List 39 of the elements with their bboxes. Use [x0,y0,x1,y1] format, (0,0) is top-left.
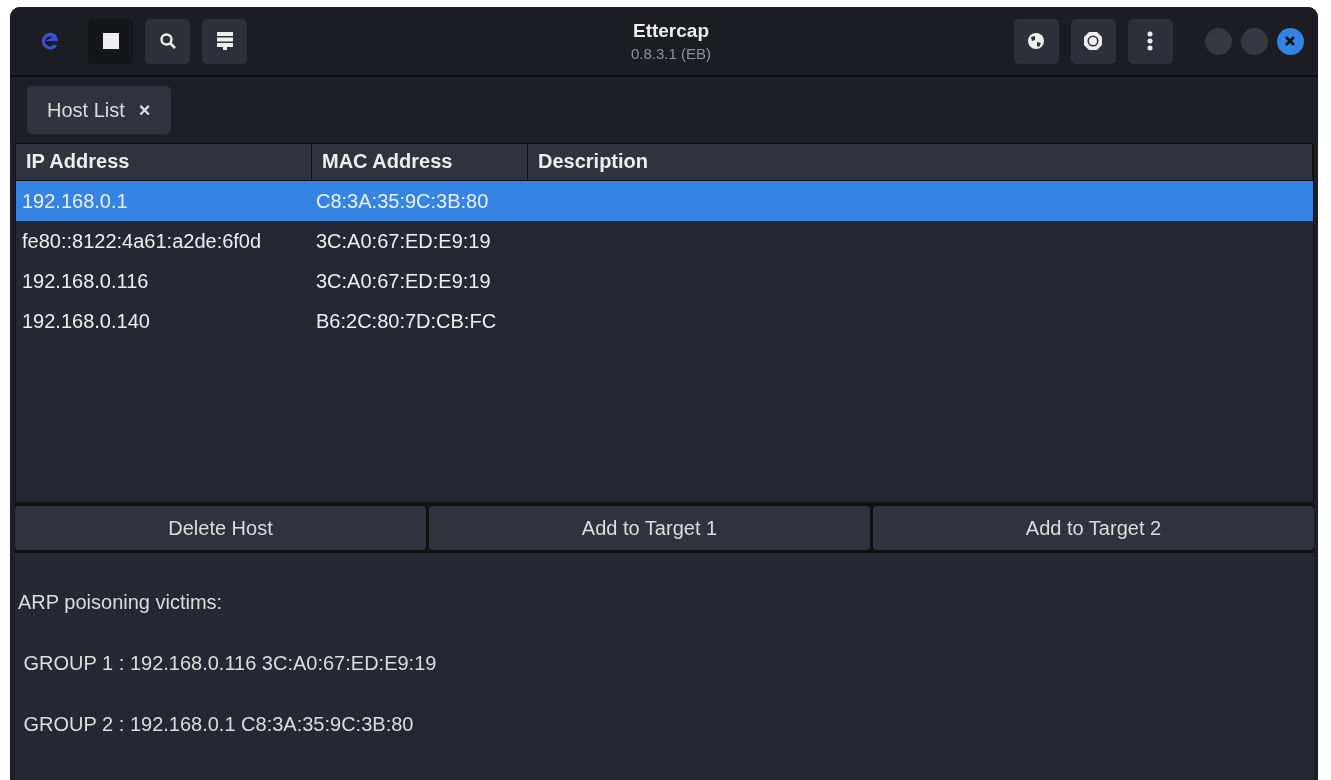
server-icon [215,31,234,51]
tab-label: Host List [47,98,125,122]
table-cell-text: 3C:A0:67:ED:E9:19 [315,269,492,293]
column-header[interactable]: IP Address [16,144,312,180]
action-button[interactable]: Add to Target 1 [429,506,870,550]
window-subtitle: 0.8.3.1 (EB) [630,45,711,62]
table-cell-text: 192.168.0.1 [21,189,129,213]
table-row[interactable]: fe80::8122:4a61:a2de:6f0d 3C:A0:67:ED:E9:19 [16,221,1313,261]
server-button[interactable] [202,18,247,64]
tab[interactable]: Host List × [27,86,171,134]
table-cell-text: 192.168.0.140 [21,309,151,333]
column-header[interactable]: Description [528,144,1313,180]
search-button[interactable] [145,18,190,64]
table-cell-text: C8:3A:35:9C:3B:80 [315,189,490,213]
kebab-menu-icon [1147,31,1154,51]
tab-close-button[interactable]: × [138,98,151,122]
action-button[interactable]: Delete Host [15,506,426,550]
globe-icon [1027,32,1046,50]
stop-sign-button[interactable] [1071,18,1116,64]
table-cell-text: 192.168.0.116 [21,269,150,293]
table-cell-text: fe80::8122:4a61:a2de:6f0d [21,229,263,253]
table-cell-text: B6:2C:80:7D:CB:FC [315,309,498,333]
log-line: GROUP 2 : 192.168.0.1 C8:3A:35:9C:3B:80 [22,713,415,737]
log-line: GROUP 1 : 192.168.0.116 3C:A0:67:ED:E9:19 [22,652,438,676]
table-cell-text: 3C:A0:67:ED:E9:19 [315,229,492,253]
search-icon [158,32,177,50]
globe-button[interactable] [1014,18,1059,64]
menu-button[interactable] [1128,18,1173,64]
column-header[interactable]: MAC Address [312,144,528,180]
table-row[interactable]: 192.168.0.140 B6:2C:80:7D:CB:FC [16,301,1313,341]
window-title: Ettercap [632,20,709,42]
stop-button[interactable] [88,18,133,64]
close-button[interactable] [1277,27,1304,55]
close-icon [1284,35,1297,47]
stop-icon [101,32,120,50]
action-button[interactable]: Add to Target 2 [873,506,1314,550]
log-line: ARP poisoning victims: [18,591,224,615]
table-row[interactable]: 192.168.0.116 3C:A0:67:ED:E9:19 [16,261,1313,301]
octagon-icon [1083,31,1104,51]
